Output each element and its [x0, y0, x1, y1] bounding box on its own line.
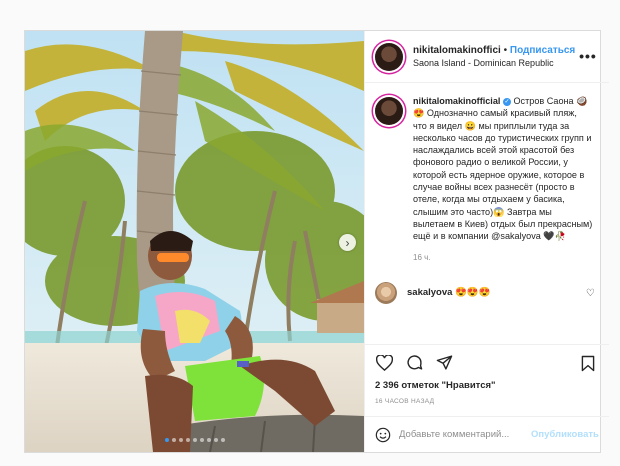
author-username[interactable]: nikitalomakinoffici	[413, 45, 501, 56]
comment-text: 😍😍😍	[455, 287, 491, 299]
author-avatar[interactable]	[375, 42, 403, 71]
carousel-indicator	[25, 438, 364, 442]
post-caption: nikitalomakinofficial ✓ Остров Саона 🥥😍 …	[375, 95, 599, 264]
caption-body: nikitalomakinofficial ✓ Остров Саона 🥥😍 …	[413, 95, 593, 264]
caption-username[interactable]: nikitalomakinofficial	[413, 96, 500, 106]
carousel-dot	[178, 438, 183, 442]
post-location[interactable]: Saona Island - Dominican Republic	[413, 57, 575, 70]
posted-time-ago: 16 ЧАСОВ НАЗАД	[375, 398, 435, 405]
like-heart-icon[interactable]	[375, 354, 393, 372]
carousel-next-button[interactable]: ›	[339, 234, 356, 251]
comment-bubble-icon[interactable]	[405, 354, 423, 372]
comment-item: sakalyova 😍😍😍 ♡	[375, 281, 599, 304]
emoji-icon[interactable]	[375, 427, 391, 443]
verified-badge-icon: ✓	[502, 98, 511, 106]
comment-like-heart-icon[interactable]: ♡	[586, 288, 595, 299]
carousel-dot	[213, 438, 218, 442]
post-header-text: nikitalomakinoffici • Подписаться Saona …	[413, 44, 575, 70]
publish-button[interactable]: Опубликовать	[531, 429, 599, 440]
caption-author-avatar[interactable]	[375, 97, 403, 125]
comment-body: sakalyova 😍😍😍	[407, 287, 491, 298]
share-send-icon[interactable]	[435, 354, 453, 372]
carousel-dot	[164, 438, 169, 442]
instagram-post: › nikitalomakinoffici • Подписаться Saon…	[24, 30, 609, 453]
carousel-dot	[206, 438, 211, 442]
carousel-dot	[185, 438, 190, 442]
more-options-icon[interactable]: •••	[579, 48, 597, 64]
post-header: nikitalomakinoffici • Подписаться Saona …	[365, 31, 609, 83]
save-bookmark-icon[interactable]	[579, 354, 597, 372]
add-comment-input[interactable]	[399, 429, 531, 440]
caption-time: 16 ч.	[413, 252, 431, 262]
post-actions-bar	[365, 344, 609, 380]
beach-palm-photo	[25, 31, 364, 452]
carousel-dot	[220, 438, 225, 442]
add-comment-bar: Опубликовать	[365, 416, 609, 452]
separator-dot: •	[503, 44, 508, 56]
post-photo[interactable]: ›	[25, 31, 364, 452]
carousel-dot	[171, 438, 176, 442]
comments-section: nikitalomakinofficial ✓ Остров Саона 🥥😍 …	[365, 83, 609, 344]
carousel-dot	[199, 438, 204, 442]
commenter-username[interactable]: sakalyova	[407, 287, 452, 298]
follow-button[interactable]: Подписаться	[510, 45, 575, 56]
caption-text: Остров Саона 🥥😍 Однозначно самый красивы…	[413, 96, 593, 242]
likes-count[interactable]: 2 396 отметок "Нравится"	[365, 380, 609, 394]
post-side-panel: nikitalomakinoffici • Подписаться Saona …	[364, 31, 609, 452]
carousel-dot	[192, 438, 197, 442]
commenter-avatar[interactable]	[375, 281, 397, 304]
